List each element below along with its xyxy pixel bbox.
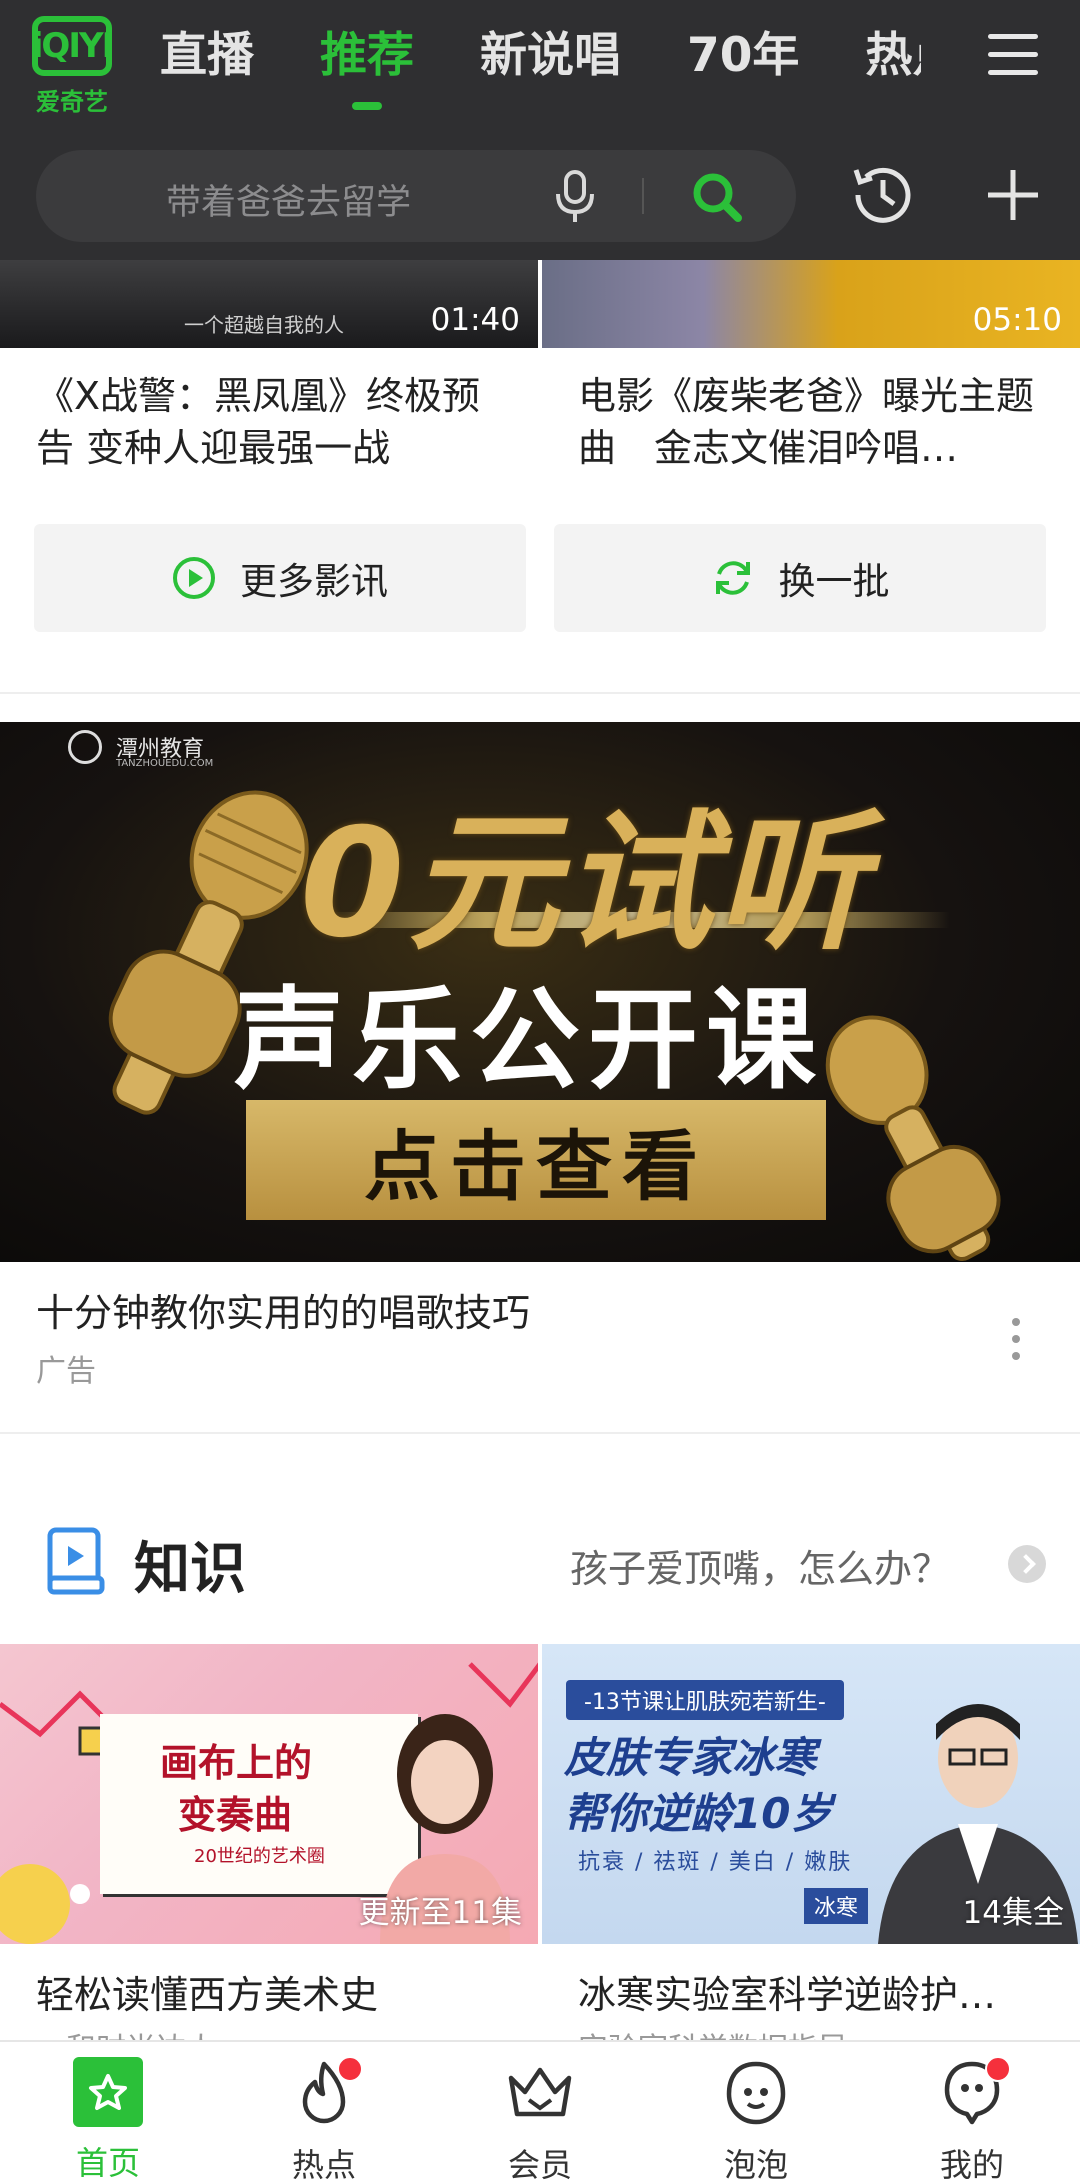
- video-title[interactable]: 《X战警：黑凤凰》终极预告 变种人迎最强一战: [36, 370, 506, 474]
- tab-new-rap[interactable]: 新说唱: [480, 26, 621, 96]
- bottom-navigation: 首页 热点 会员 泡泡 我的: [0, 2040, 1080, 2184]
- tab-recommend[interactable]: 推荐: [320, 26, 414, 110]
- nav-label: 热点: [291, 2146, 356, 2184]
- nav-label: 会员: [507, 2146, 572, 2184]
- ad-title[interactable]: 十分钟教你实用的的唱歌技巧: [36, 1282, 530, 1337]
- tab-hot[interactable]: 热点: [865, 26, 921, 96]
- app-screen: iQIYI 爱奇艺 直播 推荐 新说唱 70年 热点 带着爸爸去留学: [0, 0, 1080, 2184]
- ad-subheadline: 声乐公开课: [234, 976, 824, 1104]
- logo-subtext: 爱奇艺: [36, 88, 108, 116]
- notification-dot: [985, 2056, 1011, 2082]
- crown-icon: [508, 2067, 572, 2117]
- nav-profile[interactable]: 我的: [864, 2042, 1080, 2184]
- cover-headline-1: 皮肤专家冰寒: [564, 1733, 817, 1782]
- nav-hot[interactable]: 热点: [216, 2042, 432, 2184]
- top-header: iQIYI 爱奇艺 直播 推荐 新说唱 70年 热点 带着爸爸去留学: [0, 0, 1080, 260]
- refresh-icon: [715, 561, 750, 595]
- search-icon[interactable]: [688, 168, 744, 224]
- section-title: 知识: [134, 1537, 246, 1602]
- notification-dot: [337, 2056, 363, 2082]
- more-movie-news-label: 更多影讯: [240, 560, 388, 603]
- thumbnail-caption: 一个超越自我的人: [184, 313, 344, 337]
- refresh-batch-button[interactable]: 换一批: [554, 524, 1046, 632]
- course-title[interactable]: 轻松读懂西方美术史: [36, 1964, 506, 2019]
- cover-headline-2: 帮你逆龄10岁: [564, 1789, 833, 1838]
- history-icon[interactable]: [848, 160, 918, 230]
- iqiyi-logo[interactable]: iQIYI 爱奇艺: [32, 16, 118, 120]
- ad-banner[interactable]: 潭州教育 TANZHOUEDU.COM 0元试听 声乐公开课 点击查看: [0, 722, 1080, 1262]
- refresh-batch-label: 换一批: [778, 560, 890, 603]
- search-bar[interactable]: 带着爸爸去留学: [36, 150, 796, 242]
- more-movie-news-button[interactable]: 更多影讯: [34, 524, 526, 632]
- search-divider: [642, 178, 644, 214]
- ad-cta-button[interactable]: 点击查看: [246, 1100, 826, 1220]
- course-thumbnail[interactable]: -13节课让肌肤宛若新生- 皮肤专家冰寒 帮你逆龄10岁 抗衰 / 祛斑 / 美…: [542, 1644, 1080, 1944]
- presenter-name: 冰寒: [804, 1888, 869, 1924]
- episode-badge: 更新至11集: [358, 1895, 522, 1931]
- video-thumbnail[interactable]: 一个超越自我的人 01:40: [0, 260, 538, 348]
- cover-line-3: 20世纪的艺术圈: [194, 1846, 325, 1867]
- cover-line-1: 画布上的: [160, 1741, 313, 1785]
- nav-bubble[interactable]: 泡泡: [648, 2042, 864, 2184]
- brand-logo-icon: [68, 730, 102, 764]
- bubble-face-icon: [726, 2061, 786, 2125]
- cover-subtitle: 抗衰 / 祛斑 / 美白 / 嫩肤: [578, 1850, 853, 1875]
- course-thumbnail[interactable]: 画布上的 变奏曲 20世纪的艺术圈 更新至11集: [0, 1644, 538, 1944]
- knowledge-book-icon: [47, 1527, 105, 1595]
- search-placeholder: 带着爸爸去留学: [166, 183, 412, 223]
- video-title[interactable]: 电影《废柴老爸》曝光主题曲 金志文催泪吟唱…: [578, 370, 1048, 474]
- cover-line-2: 变奏曲: [178, 1793, 293, 1837]
- video-duration: 05:10: [972, 302, 1062, 338]
- microphone-icon[interactable]: [552, 170, 598, 224]
- logo-mark: iQIYI: [32, 16, 114, 76]
- nav-label: 首页: [75, 2144, 140, 2182]
- add-icon[interactable]: [982, 164, 1044, 226]
- nav-vip[interactable]: 会员: [432, 2042, 648, 2184]
- chevron-right-icon[interactable]: [1008, 1545, 1046, 1583]
- more-options-icon[interactable]: [1006, 1316, 1026, 1362]
- tab-70-years[interactable]: 70年: [687, 26, 799, 96]
- video-duration: 01:40: [430, 302, 520, 338]
- golden-microphone-icon: [825, 1015, 1001, 1262]
- episode-badge: 14集全: [962, 1895, 1064, 1931]
- ad-brand-url: TANZHOUEDU.COM: [116, 758, 214, 769]
- cover-banner: -13节课让肌肤宛若新生-: [566, 1680, 844, 1720]
- section-promo-link[interactable]: 孩子爱顶嘴，怎么办？: [570, 1538, 950, 1593]
- tab-live[interactable]: 直播: [160, 26, 254, 96]
- video-thumbnail[interactable]: 05:10: [542, 260, 1080, 348]
- nav-label: 泡泡: [723, 2146, 788, 2184]
- ad-headline: 0元试听: [300, 797, 871, 971]
- section-divider: [0, 692, 1080, 694]
- home-star-icon: [73, 2057, 143, 2127]
- ad-label: 广告: [36, 1354, 96, 1389]
- course-title[interactable]: 冰寒实验室科学逆龄护…: [578, 1964, 1048, 2019]
- nav-home[interactable]: 首页: [0, 2042, 216, 2184]
- channel-tabs: 直播 推荐 新说唱 70年 热点: [160, 26, 987, 110]
- section-divider: [0, 1432, 1080, 1434]
- nav-label: 我的: [939, 2146, 1004, 2184]
- menu-icon[interactable]: [988, 34, 1038, 78]
- play-circle-icon: [173, 557, 215, 599]
